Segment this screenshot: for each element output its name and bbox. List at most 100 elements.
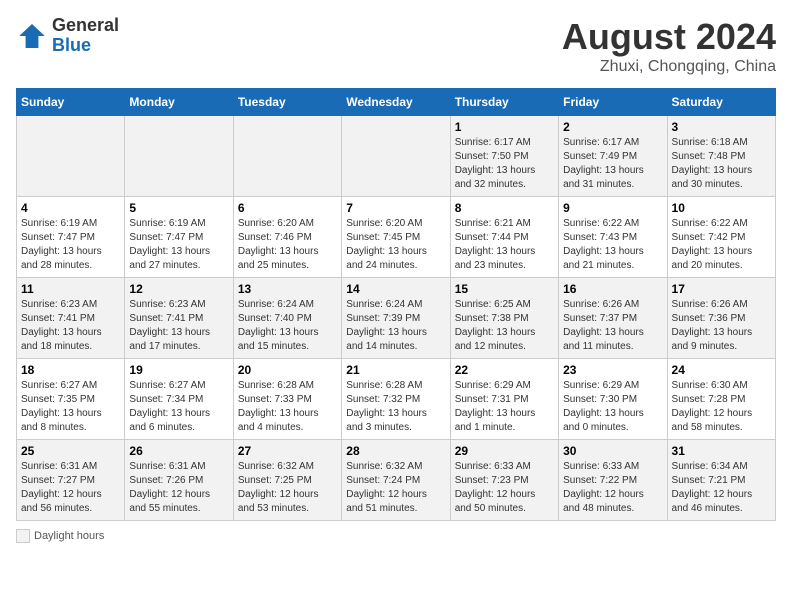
day-number: 26	[129, 444, 228, 458]
day-info: Sunrise: 6:19 AM Sunset: 7:47 PM Dayligh…	[21, 217, 120, 273]
day-number: 30	[563, 444, 662, 458]
day-number: 22	[455, 363, 554, 377]
logo-text: General Blue	[52, 16, 119, 56]
calendar-cell: 4 Sunrise: 6:19 AM Sunset: 7:47 PM Daylig…	[17, 197, 125, 278]
day-of-week-header: Monday	[125, 89, 233, 116]
day-number: 15	[455, 282, 554, 296]
day-info: Sunrise: 6:31 AM Sunset: 7:26 PM Dayligh…	[129, 460, 228, 516]
day-info: Sunrise: 6:25 AM Sunset: 7:38 PM Dayligh…	[455, 298, 554, 354]
day-info: Sunrise: 6:27 AM Sunset: 7:35 PM Dayligh…	[21, 379, 120, 435]
day-number: 23	[563, 363, 662, 377]
day-number: 21	[346, 363, 445, 377]
page-header: General Blue August 2024 Zhuxi, Chongqin…	[16, 16, 776, 76]
calendar-cell: 11 Sunrise: 6:23 AM Sunset: 7:41 PM Dayli…	[17, 278, 125, 359]
day-info: Sunrise: 6:29 AM Sunset: 7:30 PM Dayligh…	[563, 379, 662, 435]
day-info: Sunrise: 6:18 AM Sunset: 7:48 PM Dayligh…	[672, 136, 771, 192]
day-number: 8	[455, 201, 554, 215]
day-info: Sunrise: 6:33 AM Sunset: 7:22 PM Dayligh…	[563, 460, 662, 516]
day-number: 1	[455, 120, 554, 134]
calendar-week-row: 25 Sunrise: 6:31 AM Sunset: 7:27 PM Dayli…	[17, 440, 776, 521]
calendar-week-row: 4 Sunrise: 6:19 AM Sunset: 7:47 PM Daylig…	[17, 197, 776, 278]
day-number: 27	[238, 444, 337, 458]
calendar-cell: 22 Sunrise: 6:29 AM Sunset: 7:31 PM Dayli…	[450, 359, 558, 440]
calendar-cell	[233, 116, 341, 197]
day-number: 9	[563, 201, 662, 215]
day-info: Sunrise: 6:22 AM Sunset: 7:43 PM Dayligh…	[563, 217, 662, 273]
day-number: 29	[455, 444, 554, 458]
calendar-table: SundayMondayTuesdayWednesdayThursdayFrid…	[16, 88, 776, 521]
day-number: 14	[346, 282, 445, 296]
logo-blue: Blue	[52, 35, 91, 55]
day-info: Sunrise: 6:24 AM Sunset: 7:39 PM Dayligh…	[346, 298, 445, 354]
day-number: 17	[672, 282, 771, 296]
calendar-cell: 27 Sunrise: 6:32 AM Sunset: 7:25 PM Dayli…	[233, 440, 341, 521]
calendar-cell: 28Sunrise: 6:32 AM Sunset: 7:24 PM Dayli…	[342, 440, 450, 521]
daylight-label: Daylight hours	[34, 530, 104, 542]
day-number: 20	[238, 363, 337, 377]
day-info: Sunrise: 6:23 AM Sunset: 7:41 PM Dayligh…	[129, 298, 228, 354]
calendar-week-row: 1Sunrise: 6:17 AM Sunset: 7:50 PM Daylig…	[17, 116, 776, 197]
day-number: 2	[563, 120, 662, 134]
calendar-subtitle: Zhuxi, Chongqing, China	[562, 58, 776, 76]
day-info: Sunrise: 6:27 AM Sunset: 7:34 PM Dayligh…	[129, 379, 228, 435]
calendar-cell: 15 Sunrise: 6:25 AM Sunset: 7:38 PM Dayli…	[450, 278, 558, 359]
day-info: Sunrise: 6:26 AM Sunset: 7:36 PM Dayligh…	[672, 298, 771, 354]
day-of-week-header: Wednesday	[342, 89, 450, 116]
calendar-cell: 16Sunrise: 6:26 AM Sunset: 7:37 PM Dayli…	[559, 278, 667, 359]
day-info: Sunrise: 6:32 AM Sunset: 7:25 PM Dayligh…	[238, 460, 337, 516]
day-info: Sunrise: 6:20 AM Sunset: 7:46 PM Dayligh…	[238, 217, 337, 273]
calendar-week-row: 18 Sunrise: 6:27 AM Sunset: 7:35 PM Dayli…	[17, 359, 776, 440]
calendar-cell: 29 Sunrise: 6:33 AM Sunset: 7:23 PM Dayli…	[450, 440, 558, 521]
day-number: 3	[672, 120, 771, 134]
daylight-box-icon	[16, 529, 30, 543]
logo-general: General	[52, 15, 119, 35]
calendar-cell: 20 Sunrise: 6:28 AM Sunset: 7:33 PM Dayli…	[233, 359, 341, 440]
day-number: 11	[21, 282, 120, 296]
day-info: Sunrise: 6:24 AM Sunset: 7:40 PM Dayligh…	[238, 298, 337, 354]
calendar-cell: 30 Sunrise: 6:33 AM Sunset: 7:22 PM Dayli…	[559, 440, 667, 521]
day-info: Sunrise: 6:30 AM Sunset: 7:28 PM Dayligh…	[672, 379, 771, 435]
day-number: 4	[21, 201, 120, 215]
day-info: Sunrise: 6:23 AM Sunset: 7:41 PM Dayligh…	[21, 298, 120, 354]
day-info: Sunrise: 6:33 AM Sunset: 7:23 PM Dayligh…	[455, 460, 554, 516]
calendar-cell: 9 Sunrise: 6:22 AM Sunset: 7:43 PM Daylig…	[559, 197, 667, 278]
day-info: Sunrise: 6:21 AM Sunset: 7:44 PM Dayligh…	[455, 217, 554, 273]
day-info: Sunrise: 6:31 AM Sunset: 7:27 PM Dayligh…	[21, 460, 120, 516]
calendar-week-row: 11 Sunrise: 6:23 AM Sunset: 7:41 PM Dayli…	[17, 278, 776, 359]
footer-daylight-item: Daylight hours	[16, 529, 104, 543]
day-number: 10	[672, 201, 771, 215]
calendar-title: August 2024	[562, 16, 776, 58]
calendar-header-row: SundayMondayTuesdayWednesdayThursdayFrid…	[17, 89, 776, 116]
day-number: 24	[672, 363, 771, 377]
day-info: Sunrise: 6:26 AM Sunset: 7:37 PM Dayligh…	[563, 298, 662, 354]
day-number: 6	[238, 201, 337, 215]
day-info: Sunrise: 6:19 AM Sunset: 7:47 PM Dayligh…	[129, 217, 228, 273]
calendar-cell: 1Sunrise: 6:17 AM Sunset: 7:50 PM Daylig…	[450, 116, 558, 197]
calendar-cell: 25 Sunrise: 6:31 AM Sunset: 7:27 PM Dayli…	[17, 440, 125, 521]
calendar-cell: 5 Sunrise: 6:19 AM Sunset: 7:47 PM Daylig…	[125, 197, 233, 278]
day-info: Sunrise: 6:34 AM Sunset: 7:21 PM Dayligh…	[672, 460, 771, 516]
day-of-week-header: Thursday	[450, 89, 558, 116]
day-info: Sunrise: 6:28 AM Sunset: 7:33 PM Dayligh…	[238, 379, 337, 435]
day-number: 25	[21, 444, 120, 458]
calendar-cell: 6 Sunrise: 6:20 AM Sunset: 7:46 PM Daylig…	[233, 197, 341, 278]
calendar-cell	[17, 116, 125, 197]
calendar-cell: 3 Sunrise: 6:18 AM Sunset: 7:48 PM Daylig…	[667, 116, 775, 197]
day-number: 5	[129, 201, 228, 215]
day-info: Sunrise: 6:29 AM Sunset: 7:31 PM Dayligh…	[455, 379, 554, 435]
calendar-cell	[125, 116, 233, 197]
day-info: Sunrise: 6:32 AM Sunset: 7:24 PM Dayligh…	[346, 460, 445, 516]
calendar-cell: 8 Sunrise: 6:21 AM Sunset: 7:44 PM Daylig…	[450, 197, 558, 278]
day-number: 7	[346, 201, 445, 215]
calendar-cell: 2Sunrise: 6:17 AM Sunset: 7:49 PM Daylig…	[559, 116, 667, 197]
day-number: 18	[21, 363, 120, 377]
logo-icon	[16, 20, 48, 52]
calendar-cell	[342, 116, 450, 197]
day-number: 12	[129, 282, 228, 296]
calendar-footer: Daylight hours	[16, 529, 776, 546]
calendar-cell: 17 Sunrise: 6:26 AM Sunset: 7:36 PM Dayli…	[667, 278, 775, 359]
calendar-cell: 18 Sunrise: 6:27 AM Sunset: 7:35 PM Dayli…	[17, 359, 125, 440]
calendar-cell: 24 Sunrise: 6:30 AM Sunset: 7:28 PM Dayli…	[667, 359, 775, 440]
day-info: Sunrise: 6:28 AM Sunset: 7:32 PM Dayligh…	[346, 379, 445, 435]
calendar-cell: 10Sunrise: 6:22 AM Sunset: 7:42 PM Dayli…	[667, 197, 775, 278]
